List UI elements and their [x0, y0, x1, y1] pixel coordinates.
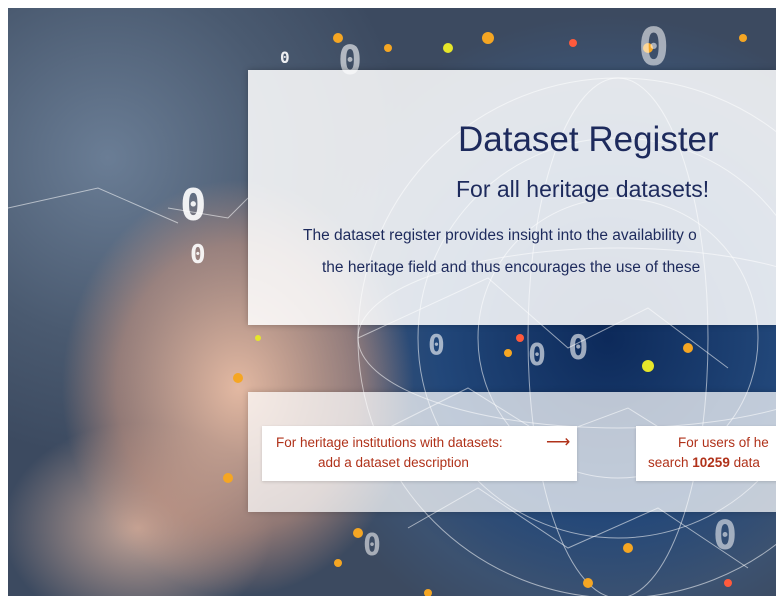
- add-dataset-description-link[interactable]: For heritage institutions with datasets:…: [262, 426, 577, 481]
- dataset-count: 10259: [692, 455, 730, 470]
- background-digit: 0: [428, 328, 445, 361]
- background-digit: 0: [280, 48, 290, 67]
- page-title: Dataset Register: [458, 120, 719, 159]
- intro-text-line-1: The dataset register provides insight in…: [303, 227, 697, 244]
- hero-header-card: Dataset Register For all heritage datase…: [248, 70, 776, 325]
- background-digit: 0: [713, 513, 738, 559]
- background-digit: 0: [363, 528, 382, 563]
- background-digit: 0: [180, 180, 207, 231]
- background-digit: 0: [638, 18, 670, 78]
- users-link-prefix: search: [648, 455, 693, 470]
- users-link-line-1: For users of he: [678, 435, 769, 450]
- institutions-link-line-2: add a dataset description: [318, 455, 469, 470]
- intro-text-line-2: the heritage field and thus encourages t…: [322, 259, 701, 276]
- search-datasets-link[interactable]: For users of he search 10259 data: [636, 426, 776, 481]
- users-link-suffix: data: [729, 455, 760, 470]
- users-link-line-2: search 10259 data: [648, 455, 760, 470]
- background-digit: 0: [190, 240, 206, 270]
- background-digit: 0: [568, 328, 589, 368]
- background-digit: 0: [528, 338, 547, 373]
- arrow-right-icon: ⟶: [546, 432, 571, 451]
- page-subtitle: For all heritage datasets!: [456, 176, 710, 202]
- institutions-link-line-1: For heritage institutions with datasets:: [276, 435, 503, 450]
- action-panel: For heritage institutions with datasets:…: [248, 392, 776, 512]
